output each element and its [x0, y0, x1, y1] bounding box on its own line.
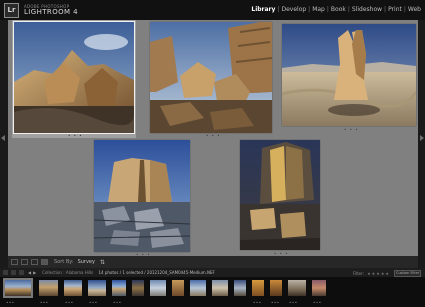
left-panel-toggle-icon[interactable]: [1, 135, 5, 141]
filmstrip-thumb[interactable]: •••: [3, 278, 33, 305]
lightroom-logo: Lr: [4, 2, 19, 18]
library-toolbar: Sort By: Survey ⇅: [8, 256, 418, 268]
photo-image: [282, 24, 416, 126]
selection-info: 14 photos / 1 selected / 20121204_SAM044…: [98, 270, 215, 275]
thumb-rating: •••: [113, 300, 122, 305]
photo-cracked-slabs[interactable]: [150, 22, 272, 133]
thumb-image: [312, 280, 326, 296]
survey-cell[interactable]: • • •: [148, 20, 274, 138]
module-slideshow[interactable]: Slideshow: [351, 6, 383, 13]
photo-image: [150, 22, 272, 133]
module-map[interactable]: Map: [311, 6, 326, 13]
thumb-image: [150, 280, 166, 296]
filmstrip-header: ◀ ▶ Collection : Alabama Hills 14 photos…: [0, 268, 425, 277]
sort-direction-icon[interactable]: ⇅: [100, 259, 105, 266]
compare-view-button[interactable]: [31, 259, 38, 265]
thumb-image: [88, 280, 106, 296]
thumb-image: [212, 280, 228, 296]
source-breadcrumb[interactable]: Collection : Alabama Hills 14 photos / 1…: [42, 270, 215, 275]
module-library[interactable]: Library: [250, 6, 276, 13]
thumb-rating: •••: [65, 300, 74, 305]
survey-cell[interactable]: • • •: [278, 22, 418, 132]
module-book[interactable]: Book: [330, 6, 347, 13]
filter-dropdown[interactable]: Custom Filter: [394, 270, 421, 277]
module-picker: Library | Develop | Map | Book | Slidesh…: [250, 6, 422, 13]
photo-rating[interactable]: • • •: [206, 133, 221, 138]
filmstrip-thumb[interactable]: •••: [62, 278, 84, 305]
filmstrip-thumb[interactable]: [148, 278, 168, 298]
thumb-rating: •••: [40, 300, 49, 305]
survey-view-button[interactable]: [41, 259, 48, 265]
monitor-1-icon[interactable]: [3, 270, 8, 275]
survey-cell[interactable]: • • •: [236, 138, 324, 256]
thumb-rating: •••: [253, 300, 262, 305]
thumb-rating: •••: [313, 300, 322, 305]
filmstrip: ••• ••• ••• ••• ••• ••• ••• ••• •••: [0, 277, 425, 307]
filmstrip-thumb[interactable]: [210, 278, 230, 298]
thumb-image: [64, 280, 82, 296]
thumb-image: [288, 280, 306, 296]
thumb-rating: •••: [6, 300, 15, 305]
photo-sandstone-monolith[interactable]: [282, 24, 416, 126]
thumb-image: [252, 280, 264, 296]
filmstrip-thumb[interactable]: •••: [286, 278, 308, 305]
filter-label: Filter:: [352, 271, 365, 276]
thumb-image: [234, 280, 246, 296]
top-bar: Lr ADOBE PHOTOSHOP LIGHTROOM 4 Library |…: [0, 0, 425, 20]
grid-icon[interactable]: [19, 270, 24, 275]
sort-dropdown[interactable]: Survey: [78, 259, 95, 265]
filter-stars[interactable]: ★★★★★: [367, 271, 390, 276]
photo-image: [240, 140, 320, 250]
app-title: LIGHTROOM 4: [24, 7, 78, 16]
survey-cell[interactable]: • • •: [12, 20, 136, 138]
right-panel-toggle-icon[interactable]: [420, 135, 424, 141]
thumb-image: [172, 280, 184, 296]
filmstrip-thumb[interactable]: [170, 278, 186, 298]
filmstrip-thumb[interactable]: •••: [250, 278, 266, 305]
photo-rating[interactable]: • • •: [344, 127, 359, 132]
filmstrip-thumb[interactable]: •••: [86, 278, 108, 305]
photo-image: [94, 140, 190, 252]
module-print[interactable]: Print: [387, 6, 403, 13]
monitor-2-icon[interactable]: [11, 270, 16, 275]
filmstrip-thumb[interactable]: •••: [310, 278, 328, 305]
photo-hoodoo-rocks[interactable]: [14, 22, 134, 133]
sort-label: Sort By:: [54, 259, 74, 265]
survey-view: • • • • • • • • • • • • • • •: [8, 20, 418, 257]
filter-controls: Filter: ★★★★★ Custom Filter: [353, 270, 421, 277]
forward-arrow-icon[interactable]: ▶: [33, 270, 36, 275]
thumb-image: [5, 280, 31, 296]
thumb-image: [270, 280, 282, 296]
thumb-rating: •••: [89, 300, 98, 305]
filmstrip-thumb[interactable]: •••: [268, 278, 284, 305]
thumb-rating: •••: [289, 300, 298, 305]
photo-rating[interactable]: • • •: [68, 133, 83, 138]
survey-cell[interactable]: • • •: [92, 138, 192, 257]
photo-lit-sandstone[interactable]: [240, 140, 320, 250]
grid-view-button[interactable]: [11, 259, 18, 265]
filmstrip-thumb[interactable]: [188, 278, 208, 298]
app-branding: ADOBE PHOTOSHOP LIGHTROOM 4: [24, 4, 78, 16]
filmstrip-thumb[interactable]: •••: [37, 278, 60, 305]
photo-split-rock[interactable]: [94, 140, 190, 252]
thumb-image: [132, 280, 144, 296]
filmstrip-thumb[interactable]: •••: [110, 278, 128, 305]
module-develop[interactable]: Develop: [280, 6, 307, 13]
module-web[interactable]: Web: [407, 6, 422, 13]
thumb-image: [112, 280, 126, 296]
thumb-image: [39, 280, 58, 296]
filmstrip-thumb[interactable]: [232, 278, 248, 298]
loupe-view-button[interactable]: [21, 259, 28, 265]
filmstrip-thumb[interactable]: [130, 278, 146, 298]
collection-name: Collection : Alabama Hills: [42, 270, 94, 275]
photo-image: [14, 22, 134, 133]
back-arrow-icon[interactable]: ◀: [28, 270, 31, 275]
thumb-image: [190, 280, 206, 296]
thumb-rating: •••: [271, 300, 280, 305]
